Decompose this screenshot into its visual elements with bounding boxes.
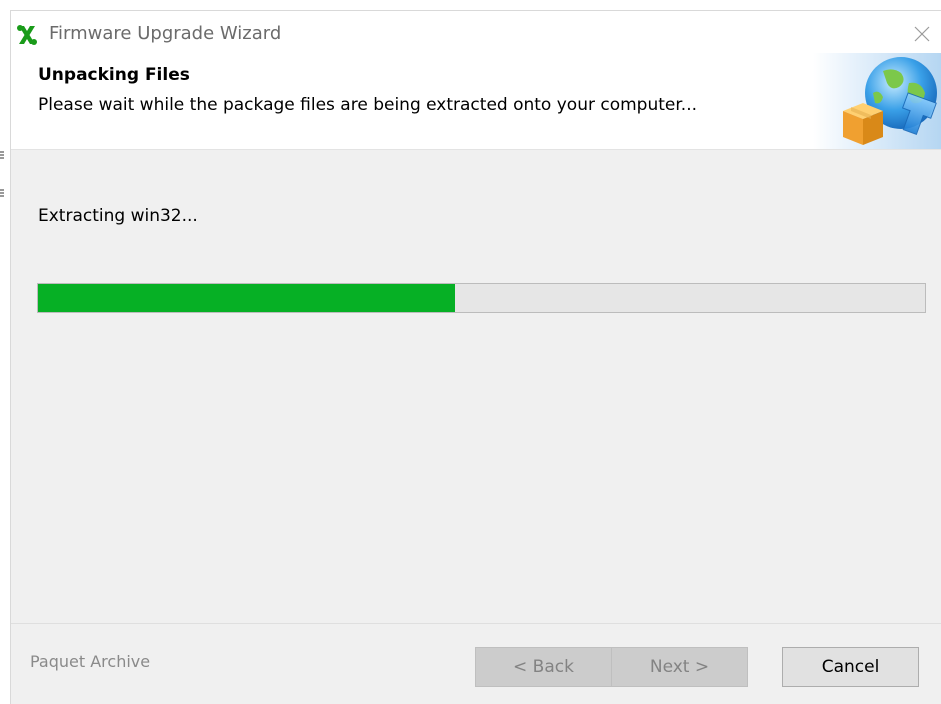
status-text: Extracting win32... [38,206,198,226]
edge-mark [0,188,4,203]
title-bar[interactable]: Firmware Upgrade Wizard [11,11,941,53]
close-icon [914,26,930,42]
page-title: Unpacking Files [38,65,190,85]
close-button[interactable] [909,21,935,47]
globe-package-download-icon [813,53,941,149]
brand-label: Paquet Archive [30,652,151,671]
footer-divider [11,623,941,624]
progress-bar [37,283,926,313]
cancel-button[interactable]: Cancel [782,647,919,687]
green-tools-icon [17,25,37,45]
progress-bar-fill [38,284,455,312]
back-button[interactable]: < Back [475,647,612,687]
wizard-window: Firmware Upgrade Wizard Unpacking Files … [10,10,941,704]
page-subtitle: Please wait while the package files are … [38,95,698,115]
next-button[interactable]: Next > [611,647,748,687]
edge-mark [0,150,4,165]
window-title: Firmware Upgrade Wizard [49,23,282,44]
wizard-header: Unpacking Files Please wait while the pa… [11,53,941,150]
